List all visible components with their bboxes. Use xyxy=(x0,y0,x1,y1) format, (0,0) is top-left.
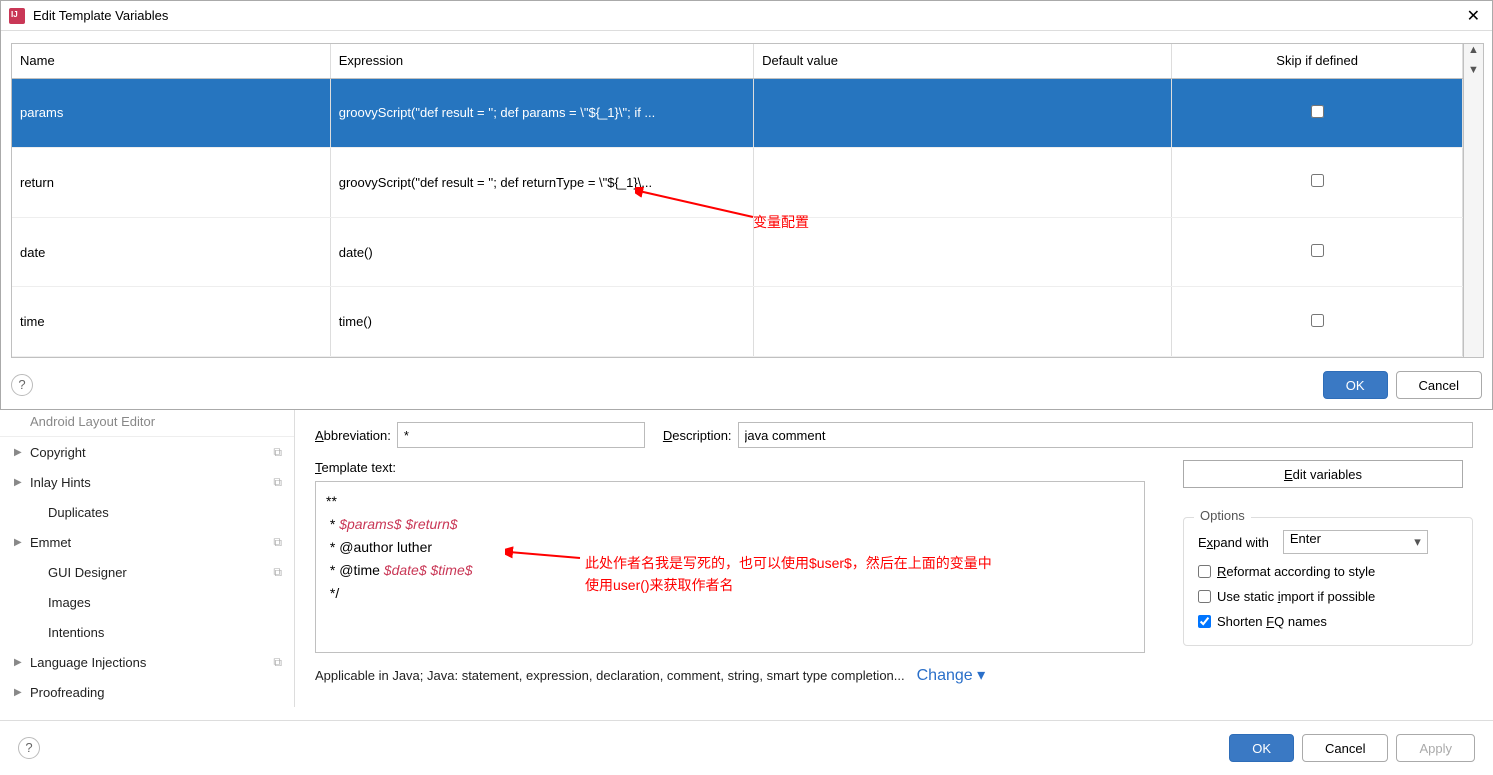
row-move-buttons: ▲ ▼ xyxy=(1463,44,1483,357)
app-icon xyxy=(9,8,25,24)
sidebar-item-android[interactable]: Android Layout Editor xyxy=(0,407,294,437)
edit-variables-button[interactable]: Edit variables xyxy=(1183,460,1463,488)
copy-icon: ⧉ xyxy=(273,655,282,670)
variables-table-wrap: Name Expression Default value Skip if de… xyxy=(11,43,1484,358)
sidebar-item-inlay[interactable]: ▶Inlay Hints⧉ xyxy=(0,467,294,497)
close-icon[interactable]: ✕ xyxy=(1463,6,1484,26)
sidebar-item-copyright[interactable]: ▶Copyright⧉ xyxy=(0,437,294,467)
help-button[interactable]: ? xyxy=(18,737,40,759)
options-title: Options xyxy=(1194,508,1251,523)
dialog-title: Edit Template Variables xyxy=(33,8,1463,23)
col-default[interactable]: Default value xyxy=(754,44,1172,78)
table-row[interactable]: params groovyScript("def result = ''; de… xyxy=(12,78,1463,148)
static-import-checkbox[interactable] xyxy=(1198,590,1211,603)
reformat-label: Reformat according to style xyxy=(1217,564,1375,579)
applicable-text: Applicable in Java; Java: statement, exp… xyxy=(315,668,905,683)
dialog-titlebar: Edit Template Variables ✕ xyxy=(1,1,1492,31)
cancel-button[interactable]: Cancel xyxy=(1302,734,1388,762)
skip-checkbox[interactable] xyxy=(1311,244,1324,257)
ok-button[interactable]: OK xyxy=(1323,371,1388,399)
cancel-button[interactable]: Cancel xyxy=(1396,371,1482,399)
expand-with-select[interactable]: Enter xyxy=(1283,530,1428,554)
copy-icon: ⧉ xyxy=(273,445,282,460)
sidebar-item-lang-inj[interactable]: ▶Language Injections⧉ xyxy=(0,647,294,677)
sidebar-item-gui-designer[interactable]: GUI Designer⧉ xyxy=(0,557,294,587)
dialog-footer: ? OK Cancel xyxy=(11,371,1482,399)
change-link[interactable]: Change ▾ xyxy=(917,665,986,685)
description-input[interactable] xyxy=(738,422,1473,448)
static-import-label: Use static import if possible xyxy=(1217,589,1375,604)
sidebar-item-intentions[interactable]: Intentions xyxy=(0,617,294,647)
annotation-text-2: 此处作者名我是写死的，也可以使用$user$，然后在上面的变量中使用user()… xyxy=(585,552,992,596)
edit-variables-dialog: Edit Template Variables ✕ Name Expressio… xyxy=(0,0,1493,410)
apply-button[interactable]: Apply xyxy=(1396,734,1475,762)
chevron-icon: ▶ xyxy=(14,687,22,698)
abbreviation-label: Abbreviation: xyxy=(315,428,391,443)
skip-checkbox[interactable] xyxy=(1311,314,1324,327)
copy-icon: ⧉ xyxy=(273,535,282,550)
sidebar-item-emmet[interactable]: ▶Emmet⧉ xyxy=(0,527,294,557)
abbreviation-input[interactable] xyxy=(397,422,645,448)
settings-sidebar: Android Layout Editor ▶Copyright⧉ ▶Inlay… xyxy=(0,407,295,707)
shorten-fq-checkbox[interactable] xyxy=(1198,615,1211,628)
col-expression[interactable]: Expression xyxy=(330,44,753,78)
table-row[interactable]: time time() xyxy=(12,287,1463,357)
expand-with-label: Expand with xyxy=(1198,535,1269,550)
shorten-fq-label: Shorten FQ names xyxy=(1217,614,1327,629)
chevron-icon: ▶ xyxy=(14,447,22,458)
sidebar-item-duplicates[interactable]: Duplicates xyxy=(0,497,294,527)
ok-button[interactable]: OK xyxy=(1229,734,1294,762)
skip-checkbox[interactable] xyxy=(1311,105,1324,118)
copy-icon: ⧉ xyxy=(273,565,282,580)
annotation-text-1: 变量配置 xyxy=(753,212,809,232)
reformat-checkbox[interactable] xyxy=(1198,565,1211,578)
move-down-icon[interactable]: ▼ xyxy=(1464,64,1483,84)
table-row[interactable]: return groovyScript("def result = ''; de… xyxy=(12,148,1463,218)
col-name[interactable]: Name xyxy=(12,44,330,78)
table-row[interactable]: date date() xyxy=(12,217,1463,287)
chevron-icon: ▶ xyxy=(14,477,22,488)
help-button[interactable]: ? xyxy=(11,374,33,396)
col-skip[interactable]: Skip if defined xyxy=(1172,44,1463,78)
settings-bottom-bar: ? OK Cancel Apply xyxy=(0,720,1493,775)
chevron-icon: ▶ xyxy=(14,657,22,668)
variables-table: Name Expression Default value Skip if de… xyxy=(12,44,1463,357)
skip-checkbox[interactable] xyxy=(1311,174,1324,187)
copy-icon: ⧉ xyxy=(273,475,282,490)
sidebar-item-proofreading[interactable]: ▶Proofreading xyxy=(0,677,294,707)
options-group: Options Expand with Enter Reformat accor… xyxy=(1183,517,1473,646)
table-header: Name Expression Default value Skip if de… xyxy=(12,44,1463,78)
move-up-icon[interactable]: ▲ xyxy=(1464,44,1483,64)
chevron-icon: ▶ xyxy=(14,537,22,548)
template-text-label: Template text: xyxy=(315,460,1139,475)
sidebar-item-images[interactable]: Images xyxy=(0,587,294,617)
description-label: Description: xyxy=(663,428,732,443)
